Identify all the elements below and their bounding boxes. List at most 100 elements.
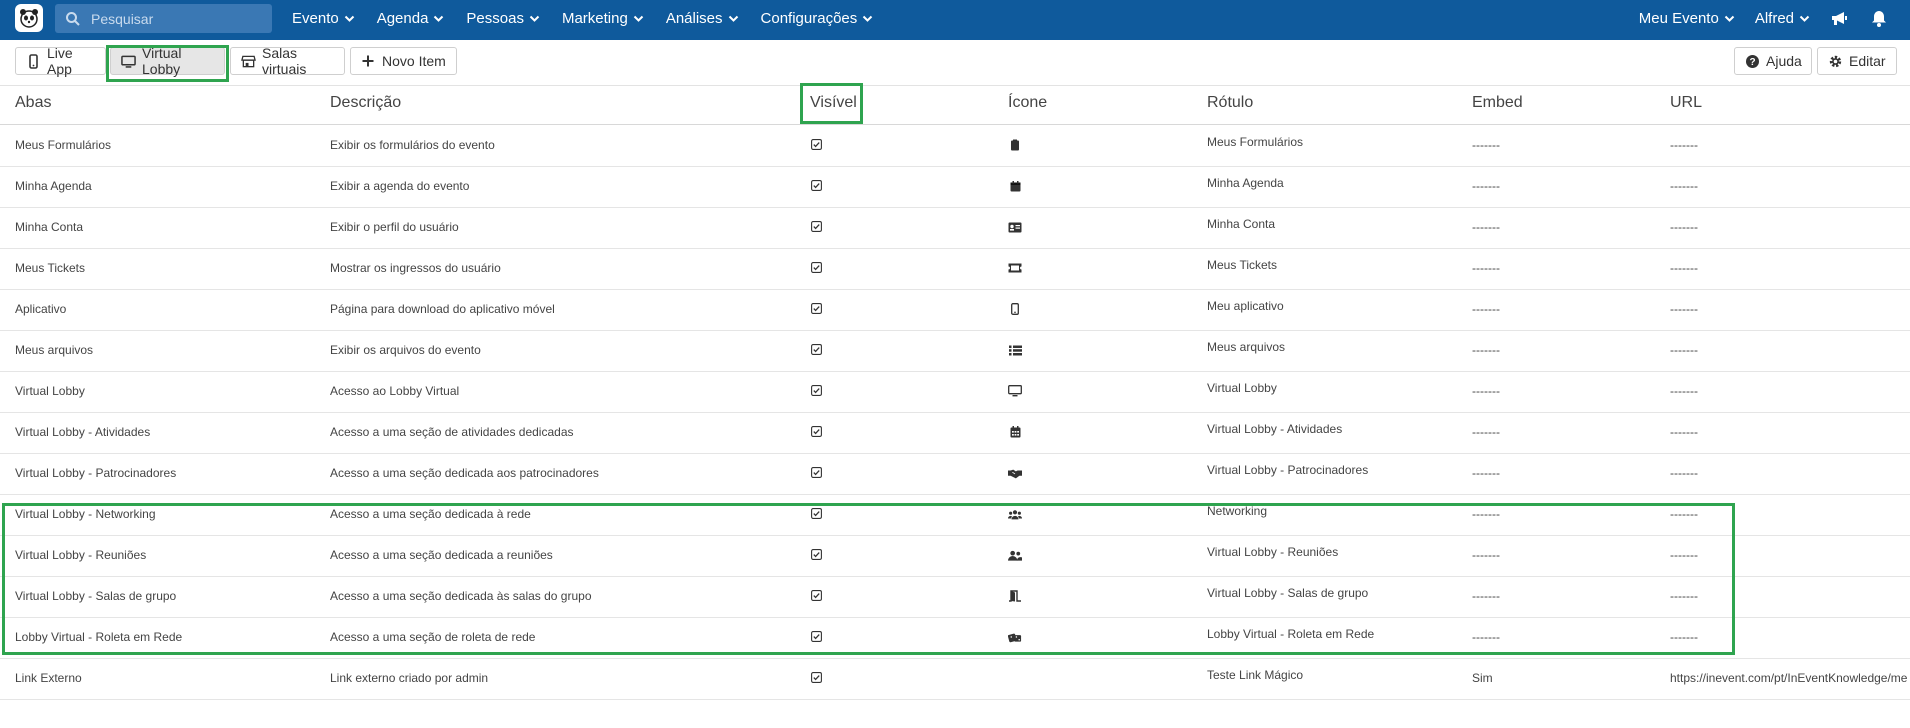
- col-header-rotulo[interactable]: Rótulo: [1207, 94, 1253, 112]
- nav-label: Configurações: [760, 9, 858, 27]
- cell-rotulo: Teste Link Mágico: [1207, 668, 1304, 682]
- checkbox-checked-icon[interactable]: [811, 467, 822, 478]
- door-icon: [1008, 589, 1022, 603]
- checkbox-checked-icon[interactable]: [811, 139, 822, 150]
- list-icon: [1008, 343, 1022, 357]
- chevron-down-icon: [633, 13, 644, 24]
- cell-rotulo: Meus Formulários: [1207, 135, 1304, 149]
- cell-aba: Virtual Lobby - Salas de grupo: [15, 589, 177, 603]
- checkbox-checked-icon[interactable]: [811, 385, 822, 396]
- cell-url: -------: [1670, 589, 1698, 603]
- cell-embed: -------: [1472, 425, 1500, 439]
- cell-descricao: Mostrar os ingressos do usuário: [330, 261, 501, 275]
- table-row[interactable]: Virtual Lobby Acesso ao Lobby Virtual Virt…: [0, 371, 1910, 413]
- cell-aba: Aplicativo: [15, 302, 67, 316]
- cell-aba: Meus arquivos: [15, 343, 94, 357]
- cell-embed: -------: [1472, 466, 1500, 480]
- salas-virtuais-button[interactable]: Salas virtuais: [230, 45, 345, 77]
- table-row[interactable]: Meus arquivos Exibir os arquivos do event…: [0, 330, 1910, 372]
- col-header-embed[interactable]: Embed: [1472, 94, 1523, 112]
- col-header-url[interactable]: URL: [1670, 94, 1702, 112]
- checkbox-checked-icon[interactable]: [811, 631, 822, 642]
- nav-pessoas[interactable]: Pessoas: [466, 10, 540, 27]
- nav-meu-evento[interactable]: Meu Evento: [1639, 10, 1735, 27]
- cell-url: -------: [1670, 343, 1698, 357]
- table-row[interactable]: Virtual Lobby - Salas de grupo Acesso a u…: [0, 576, 1910, 618]
- nav-label: Análises: [665, 9, 723, 27]
- checkbox-checked-icon[interactable]: [811, 549, 822, 560]
- table-row[interactable]: Meus Tickets Mostrar os ingressos do usuá…: [0, 248, 1910, 290]
- cell-rotulo: Lobby Virtual - Roleta em Rede: [1207, 627, 1375, 641]
- nav-label: Marketing: [561, 9, 628, 27]
- nav-analises[interactable]: Análises: [666, 10, 739, 27]
- nav-configuracoes[interactable]: Configurações: [761, 10, 874, 27]
- checkbox-checked-icon[interactable]: [811, 508, 822, 519]
- nav-evento[interactable]: Evento: [292, 10, 355, 27]
- cell-url: -------: [1670, 138, 1698, 152]
- cell-descricao: Exibir o perfil do usuário: [330, 220, 459, 234]
- col-header-visivel[interactable]: Visível: [810, 94, 857, 112]
- cell-descricao: Exibir os arquivos do evento: [330, 343, 481, 357]
- bell-icon[interactable]: [1870, 9, 1888, 27]
- table-row[interactable]: Meus Formulários Exibir os formulários do…: [0, 125, 1910, 167]
- app-logo[interactable]: [15, 4, 43, 32]
- nav-user-alfred[interactable]: Alfred: [1755, 10, 1810, 27]
- megaphone-icon[interactable]: [1830, 9, 1848, 27]
- cell-descricao: Acesso a uma seção dedicada às salas do …: [330, 589, 592, 603]
- cell-aba: Meus Formulários: [15, 138, 112, 152]
- cell-url: -------: [1670, 384, 1698, 398]
- table-row[interactable]: Virtual Lobby - Patrocinadores Acesso a u…: [0, 453, 1910, 495]
- table-row[interactable]: Lobby Virtual - Roleta em Rede Acesso a u…: [0, 617, 1910, 659]
- novo-item-button[interactable]: Novo Item: [350, 47, 457, 75]
- plus-icon: [361, 54, 376, 69]
- users-icon: [1008, 507, 1022, 521]
- nav-label: Agenda: [376, 9, 429, 27]
- virtual-lobby-label: Virtual Lobby: [142, 45, 182, 77]
- checkbox-checked-icon[interactable]: [811, 303, 822, 314]
- col-header-icone[interactable]: Ícone: [1008, 94, 1047, 112]
- table-row[interactable]: Minha Agenda Exibir a agenda do evento Min…: [0, 166, 1910, 208]
- chevron-down-icon: [529, 13, 540, 24]
- cell-aba: Lobby Virtual - Roleta em Rede: [15, 630, 183, 644]
- cell-embed: -------: [1472, 220, 1500, 234]
- checkbox-checked-icon[interactable]: [811, 426, 822, 437]
- col-header-descricao[interactable]: Descrição: [330, 94, 401, 112]
- editar-button[interactable]: Editar: [1817, 47, 1897, 75]
- search-input[interactable]: [89, 9, 263, 28]
- cell-url: -------: [1670, 179, 1698, 193]
- table-row[interactable]: Link Externo Link externo criado por admi…: [0, 658, 1910, 700]
- table-row[interactable]: Minha Conta Exibir o perfil do usuário Min…: [0, 207, 1910, 249]
- checkbox-checked-icon[interactable]: [811, 590, 822, 601]
- live-app-button[interactable]: Live App: [15, 45, 106, 77]
- cell-descricao: Exibir a agenda do evento: [330, 179, 470, 193]
- nav-label: Pessoas: [466, 9, 524, 27]
- table-row[interactable]: Virtual Lobby - Networking Acesso a uma s…: [0, 494, 1910, 536]
- checkbox-checked-icon[interactable]: [811, 672, 822, 683]
- nav-agenda[interactable]: Agenda: [377, 10, 445, 27]
- table-row[interactable]: Virtual Lobby - Atividades Acesso a uma s…: [0, 412, 1910, 454]
- col-header-abas[interactable]: Abas: [15, 94, 51, 112]
- cell-rotulo: Meus arquivos: [1207, 340, 1286, 354]
- cell-descricao: Acesso a uma seção dedicada à rede: [330, 507, 531, 521]
- virtual-lobby-button[interactable]: Virtual Lobby: [110, 45, 225, 77]
- table-row[interactable]: Virtual Lobby - Reuniões Acesso a uma seç…: [0, 535, 1910, 577]
- cell-aba: Virtual Lobby - Patrocinadores: [15, 466, 177, 480]
- checkbox-checked-icon[interactable]: [811, 221, 822, 232]
- chevron-down-icon: [433, 13, 444, 24]
- table-row[interactable]: Aplicativo Página para download do aplica…: [0, 289, 1910, 331]
- cell-url: -------: [1670, 302, 1698, 316]
- chevron-down-icon: [728, 13, 739, 24]
- checkbox-checked-icon[interactable]: [811, 344, 822, 355]
- checkbox-checked-icon[interactable]: [811, 262, 822, 273]
- calendar-grid-icon: [1008, 425, 1022, 439]
- nav-marketing[interactable]: Marketing: [562, 10, 644, 27]
- cell-embed: -------: [1472, 138, 1500, 152]
- search-box[interactable]: [55, 4, 272, 33]
- ajuda-button[interactable]: ? Ajuda: [1734, 47, 1812, 75]
- cell-embed: Sim: [1472, 671, 1493, 685]
- cell-aba: Meus Tickets: [15, 261, 86, 275]
- nav-label: Alfred: [1754, 9, 1794, 27]
- checkbox-checked-icon[interactable]: [811, 180, 822, 191]
- salas-virtuais-label: Salas virtuais: [262, 45, 307, 77]
- cell-url: -------: [1670, 548, 1698, 562]
